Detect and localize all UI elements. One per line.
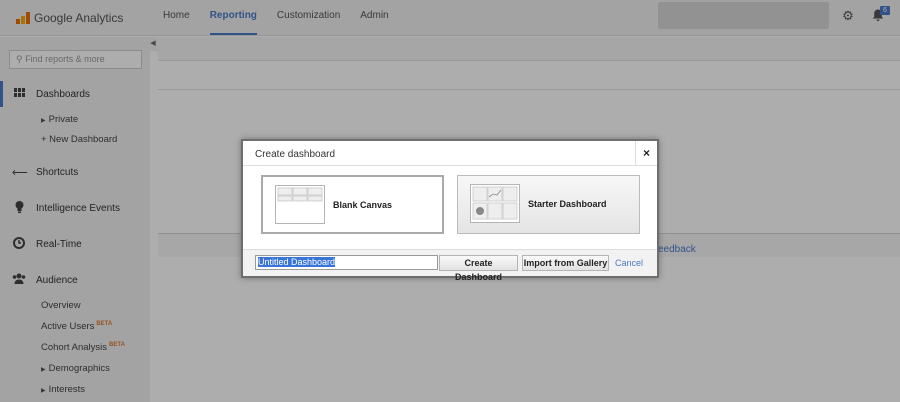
- starter-dashboard-thumbnail-icon: [470, 184, 520, 223]
- dashboard-name-field[interactable]: Untitled Dashboard: [255, 255, 438, 270]
- starter-dashboard-option[interactable]: Starter Dashboard: [457, 175, 640, 234]
- import-from-gallery-button[interactable]: Import from Gallery: [522, 255, 609, 271]
- cancel-link[interactable]: Cancel: [615, 258, 643, 268]
- blank-canvas-label: Blank Canvas: [333, 200, 393, 210]
- close-icon[interactable]: ×: [635, 141, 657, 166]
- dialog-title: Create dashboard: [255, 149, 336, 160]
- blank-canvas-option[interactable]: Blank Canvas: [261, 175, 444, 234]
- create-dashboard-button[interactable]: Create Dashboard: [439, 255, 518, 282]
- blank-canvas-thumbnail-icon: [275, 185, 325, 224]
- starter-dashboard-label: Starter Dashboard: [528, 199, 607, 209]
- dialog-footer: Untitled Dashboard Create Dashboard Impo…: [243, 249, 657, 282]
- dialog-header: Create dashboard ×: [243, 141, 657, 166]
- dashboard-name-value: Untitled Dashboard: [258, 257, 336, 267]
- create-dashboard-dialog: Create dashboard × Blank Canvas Starter …: [241, 139, 659, 282]
